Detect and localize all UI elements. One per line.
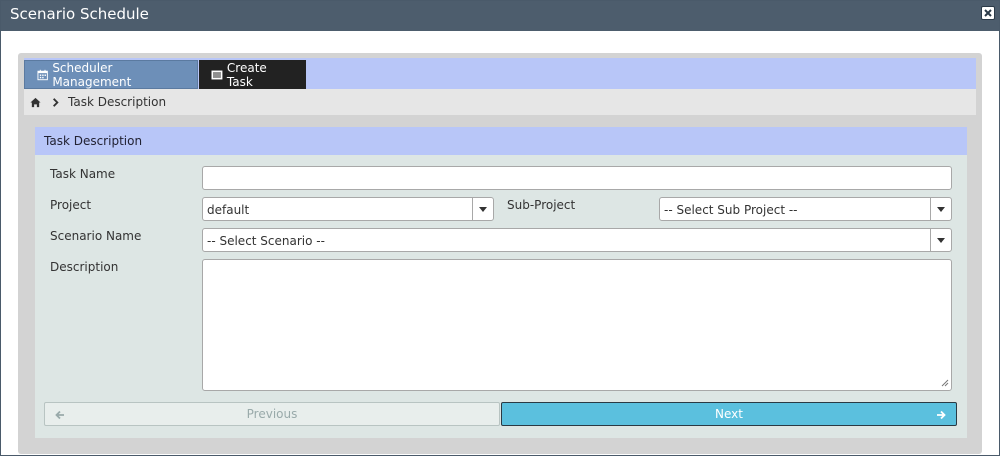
tab-label: Scheduler Management bbox=[52, 60, 132, 89]
task-name-input[interactable] bbox=[202, 166, 952, 190]
close-icon[interactable] bbox=[981, 6, 995, 20]
arrow-left-icon bbox=[55, 410, 64, 420]
task-description-panel: Task Description Task Name Project defau… bbox=[35, 127, 967, 438]
arrow-right-icon bbox=[937, 410, 946, 420]
sub-project-select[interactable]: -- Select Sub Project -- bbox=[659, 197, 952, 221]
resize-grip-icon[interactable] bbox=[941, 379, 949, 387]
sub-project-value: -- Select Sub Project -- bbox=[664, 203, 798, 217]
tab-label: Create Task bbox=[226, 60, 267, 89]
tasks-icon bbox=[211, 70, 223, 79]
tab-create-task[interactable]: Create Task bbox=[199, 60, 306, 89]
description-label: Description bbox=[50, 260, 119, 274]
scenario-name-label: Scenario Name bbox=[50, 229, 142, 243]
project-select[interactable]: default bbox=[202, 197, 494, 221]
scenario-name-value: -- Select Scenario -- bbox=[207, 234, 325, 248]
description-textarea[interactable] bbox=[202, 259, 952, 391]
breadcrumb: Task Description bbox=[24, 89, 976, 115]
breadcrumb-current: Task Description bbox=[68, 95, 167, 109]
project-value: default bbox=[207, 203, 250, 217]
scenario-schedule-window: Scenario Schedule Scheduler Management C… bbox=[0, 0, 1000, 456]
calendar-icon bbox=[37, 69, 48, 80]
chevron-down-icon[interactable] bbox=[930, 229, 951, 251]
home-icon[interactable] bbox=[30, 97, 41, 108]
next-button[interactable]: Next bbox=[501, 402, 957, 426]
tab-scheduler-management[interactable]: Scheduler Management bbox=[24, 60, 198, 89]
sub-project-label: Sub-Project bbox=[507, 198, 576, 212]
previous-button[interactable]: Previous bbox=[44, 402, 500, 426]
window-titlebar: Scenario Schedule bbox=[1, 1, 999, 31]
chevron-down-icon[interactable] bbox=[930, 198, 951, 220]
next-label: Next bbox=[715, 407, 743, 421]
scenario-name-select[interactable]: -- Select Scenario -- bbox=[202, 228, 952, 252]
previous-label: Previous bbox=[246, 407, 298, 421]
window-title: Scenario Schedule bbox=[10, 5, 149, 23]
chevron-down-icon[interactable] bbox=[472, 198, 493, 220]
panel-title: Task Description bbox=[35, 127, 967, 155]
project-label: Project bbox=[50, 198, 92, 212]
chevron-right-icon bbox=[53, 97, 59, 107]
task-name-label: Task Name bbox=[50, 167, 116, 181]
tab-bar: Scheduler Management Create Task bbox=[24, 58, 976, 89]
content-container: Scheduler Management Create Task Task De… bbox=[18, 53, 982, 454]
